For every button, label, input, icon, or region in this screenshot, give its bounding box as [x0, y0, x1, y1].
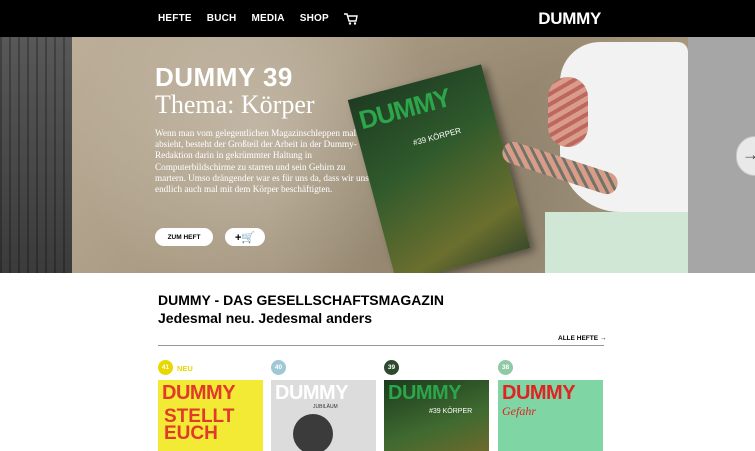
- main-nav: HEFTE BUCH MEDIA SHOP: [158, 0, 358, 37]
- previous-slide-preview[interactable]: [0, 37, 72, 273]
- issue-cover-41[interactable]: DUMMY STELLT EUCH: [158, 380, 263, 451]
- hero-magazine-sub: #39 KÖRPER: [411, 126, 462, 148]
- section-divider: [158, 345, 604, 346]
- cover-title: DUMMY: [388, 382, 462, 404]
- hero-subtitle: Thema: Körper: [155, 90, 315, 119]
- hero-person-shoulder: [548, 77, 588, 147]
- section-subheadline: Jedesmal neu. Jedesmal anders: [158, 310, 372, 326]
- issue-cover-38[interactable]: DUMMY Gefahr: [498, 380, 603, 451]
- issue-badge-41: 41: [158, 360, 173, 375]
- new-label: NEU: [177, 364, 193, 373]
- top-navigation-bar: HEFTE BUCH MEDIA SHOP DUMMY: [0, 0, 755, 37]
- brand-logo[interactable]: DUMMY: [538, 9, 601, 29]
- hero-person-skirt: [545, 212, 688, 273]
- hero-body-text: Wenn man vom gelegentlichen Magazinschle…: [155, 128, 369, 195]
- issue-cover-40[interactable]: DUMMY JUBILÄUM: [271, 380, 376, 451]
- cover-title: DUMMY: [162, 382, 236, 404]
- cart-icon[interactable]: [343, 12, 358, 25]
- nav-item-media[interactable]: MEDIA: [251, 13, 284, 24]
- arrow-right-icon: →: [742, 145, 755, 164]
- cover-text: JUBILÄUM: [313, 404, 338, 410]
- cover-text: STELLT EUCH: [164, 406, 235, 444]
- section-headline: DUMMY - DAS GESELLSCHAFTSMAGAZIN: [158, 292, 444, 308]
- hero-title: DUMMY 39: [155, 62, 293, 92]
- add-to-cart-button[interactable]: +🛒: [225, 228, 265, 246]
- zum-heft-button[interactable]: ZUM HEFT: [155, 228, 213, 246]
- alle-hefte-link[interactable]: ALLE HEFTE →: [558, 335, 606, 342]
- issue-badge-40: 40: [271, 360, 286, 375]
- nav-item-shop[interactable]: SHOP: [300, 13, 329, 24]
- cover-text: #39 KÖRPER: [429, 408, 473, 415]
- nav-item-hefte[interactable]: HEFTE: [158, 13, 192, 24]
- issue-badge-39: 39: [384, 360, 399, 375]
- cover-text: Gefahr: [502, 404, 536, 418]
- issue-badge-38: 38: [498, 360, 513, 375]
- hero-slider: DUMMY #39 KÖRPER: [0, 37, 755, 273]
- nav-item-buch[interactable]: BUCH: [207, 13, 237, 24]
- cover-title: DUMMY: [275, 382, 349, 404]
- cover-title: DUMMY: [502, 382, 576, 404]
- issue-cover-39[interactable]: DUMMY #39 KÖRPER: [384, 380, 489, 451]
- cover-photo: [293, 414, 333, 451]
